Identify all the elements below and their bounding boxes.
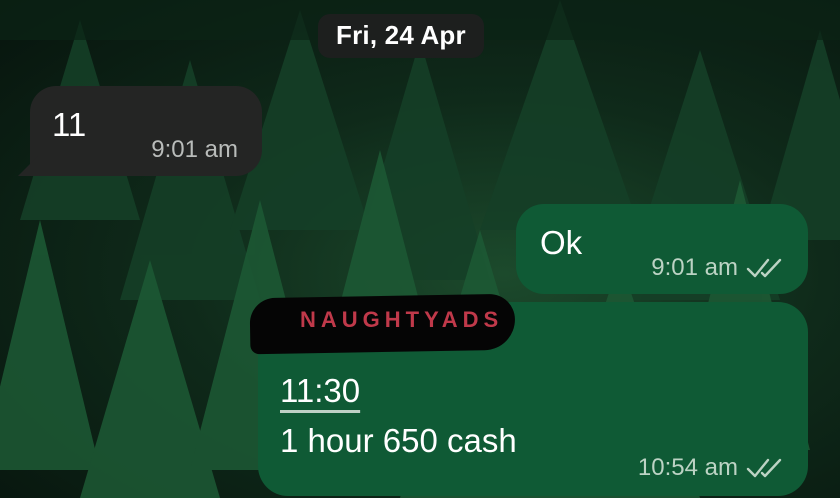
double-check-icon	[746, 258, 782, 278]
message-text: Ok	[540, 224, 583, 261]
message-text: 1 hour 650 cash	[280, 422, 517, 459]
double-check-icon	[746, 458, 782, 478]
message-time: 9:01 am	[151, 136, 238, 163]
time-link[interactable]: 11:30	[280, 372, 360, 410]
date-separator: Fri, 24 Apr	[318, 14, 484, 58]
watermark-text: NAUGHTYADS	[300, 307, 504, 332]
message-time: 9:01 am	[651, 254, 738, 281]
incoming-message-bubble[interactable]: 11 9:01 am	[18, 86, 262, 176]
outgoing-message-bubble[interactable]: Ok 9:01 am	[516, 204, 808, 294]
bubble-tail	[18, 156, 38, 176]
message-time: 10:54 am	[637, 454, 738, 481]
message-text: 11	[52, 106, 87, 143]
